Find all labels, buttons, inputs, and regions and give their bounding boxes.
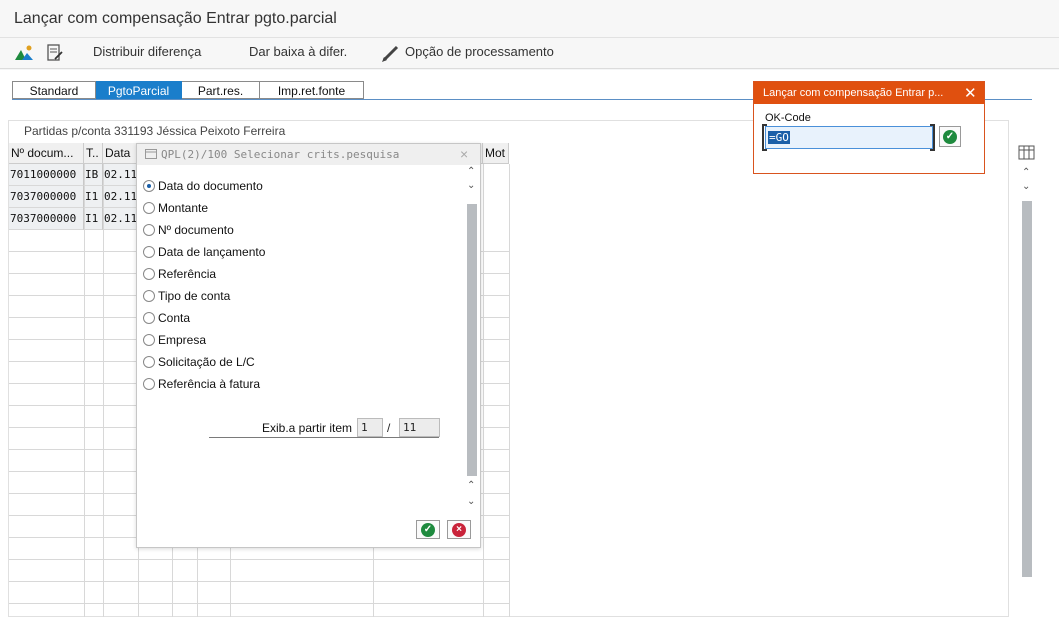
table-cell[interactable]: 02.11: [103, 208, 138, 230]
okcode-value: =GO: [768, 131, 790, 144]
table-cell[interactable]: 02.11: [103, 164, 138, 186]
column-header-date[interactable]: Data: [103, 143, 138, 164]
scroll-down-icon[interactable]: ⌄: [467, 180, 475, 191]
radio-icon[interactable]: [143, 180, 155, 192]
window-title-bar: Lançar com compensação Entrar pgto.parci…: [0, 0, 1059, 38]
scroll-up-icon[interactable]: ⌃: [1022, 167, 1030, 178]
range-total-field: 11: [399, 418, 440, 437]
radio-option-reference[interactable]: Referência: [143, 265, 216, 283]
table-cell[interactable]: 7037000000: [9, 186, 84, 208]
radio-option-invoice-reference[interactable]: Referência à fatura: [143, 375, 260, 393]
table-cell[interactable]: I1: [84, 186, 103, 208]
radio-icon[interactable]: [143, 246, 155, 258]
tab-part-res[interactable]: Part.res.: [182, 81, 260, 99]
window-title: Lançar com compensação Entrar pgto.parci…: [14, 10, 337, 27]
check-icon: ✓: [943, 129, 957, 144]
range-underline: [209, 437, 439, 438]
radio-option-doc-number[interactable]: Nº documento: [143, 221, 234, 239]
processing-options-button[interactable]: Opção de processamento: [405, 44, 554, 59]
scroll-up-icon[interactable]: ⌃: [467, 166, 475, 177]
range-from-field[interactable]: 1: [357, 418, 383, 437]
okcode-confirm-button[interactable]: ✓: [939, 126, 961, 147]
range-separator: /: [387, 421, 391, 435]
radio-icon[interactable]: [143, 224, 155, 236]
radio-option-posting-date[interactable]: Data de lançamento: [143, 243, 265, 261]
popup-title: Lançar com compensação Entrar p...: [763, 87, 944, 99]
scroll-down-icon[interactable]: ⌄: [467, 496, 475, 507]
dialog-scrollbar[interactable]: ⌃ ⌄ ⌃ ⌄: [467, 166, 479, 514]
column-header-doc-number[interactable]: Nº docum...: [9, 143, 84, 164]
range-label: Exib.a partir item: [262, 421, 353, 435]
dialog-window-icon: [145, 149, 157, 159]
distribute-difference-button[interactable]: Distribuir diferença: [93, 44, 201, 59]
panel-title: Partidas p/conta 331193 Jéssica Peixoto …: [24, 124, 286, 138]
radio-option-lc-request[interactable]: Solicitação de L/C: [143, 353, 255, 371]
table-cell[interactable]: I1: [84, 208, 103, 230]
table-cell[interactable]: 7011000000: [9, 164, 84, 186]
table-cell[interactable]: 02.11: [103, 186, 138, 208]
column-header-reason[interactable]: Mot: [483, 143, 509, 164]
pencil-icon: [382, 45, 399, 62]
radio-icon[interactable]: [143, 268, 155, 280]
radio-icon[interactable]: [143, 312, 155, 324]
scroll-thumb[interactable]: [467, 204, 477, 476]
mountain-icon[interactable]: [14, 44, 34, 62]
confirm-button[interactable]: ✓: [416, 520, 440, 539]
radio-option-account[interactable]: Conta: [143, 309, 190, 327]
okcode-popup: Lançar com compensação Entrar p... ✕ OK-…: [753, 81, 985, 174]
table-cell[interactable]: IB: [84, 164, 103, 186]
search-criteria-dialog: QPL(2)/100 Selecionar crits.pesquisa × D…: [136, 143, 481, 548]
check-icon: ✓: [421, 522, 435, 537]
tab-pgtoparcial[interactable]: PgtoParcial: [96, 81, 182, 99]
toolbar: Distribuir diferença Dar baixa à difer. …: [0, 38, 1059, 69]
radio-icon[interactable]: [143, 290, 155, 302]
table-scrollbar[interactable]: ⌃ ⌄: [1016, 143, 1036, 617]
okcode-input[interactable]: =GO: [765, 126, 933, 149]
write-off-difference-button[interactable]: Dar baixa à difer.: [249, 44, 347, 59]
radio-option-company[interactable]: Empresa: [143, 331, 206, 349]
popup-header: Lançar com compensação Entrar p... ✕: [754, 82, 984, 104]
table-row-empty: [9, 560, 509, 582]
table-cell[interactable]: 7037000000: [9, 208, 84, 230]
table-row-empty: [9, 604, 509, 617]
document-edit-icon[interactable]: [45, 44, 65, 62]
scroll-thumb[interactable]: [1022, 201, 1032, 577]
radio-icon[interactable]: [143, 378, 155, 390]
grid-line: [509, 164, 510, 617]
scroll-down-icon[interactable]: ⌄: [1022, 181, 1030, 192]
radio-option-document-date[interactable]: Data do documento: [143, 177, 263, 195]
close-icon[interactable]: ✕: [964, 84, 977, 102]
cancel-icon: ×: [452, 522, 466, 537]
radio-icon[interactable]: [143, 356, 155, 368]
tab-standard[interactable]: Standard: [12, 81, 96, 99]
radio-option-amount[interactable]: Montante: [143, 199, 208, 217]
okcode-label: OK-Code: [765, 112, 811, 124]
radio-icon[interactable]: [143, 202, 155, 214]
tab-strip: Standard PgtoParcial Part.res. Imp.ret.f…: [12, 81, 364, 100]
scroll-up-icon[interactable]: ⌃: [467, 480, 475, 491]
radio-icon[interactable]: [143, 334, 155, 346]
close-icon[interactable]: ×: [460, 146, 468, 162]
dialog-header: QPL(2)/100 Selecionar crits.pesquisa ×: [137, 144, 480, 165]
radio-option-account-type[interactable]: Tipo de conta: [143, 287, 230, 305]
cancel-button[interactable]: ×: [447, 520, 471, 539]
tab-imp-ret-fonte[interactable]: Imp.ret.fonte: [260, 81, 364, 99]
column-header-type[interactable]: T..: [84, 143, 103, 164]
focus-bracket: [930, 124, 935, 151]
table-row-empty: [9, 582, 509, 604]
dialog-title: QPL(2)/100 Selecionar crits.pesquisa: [161, 148, 400, 161]
